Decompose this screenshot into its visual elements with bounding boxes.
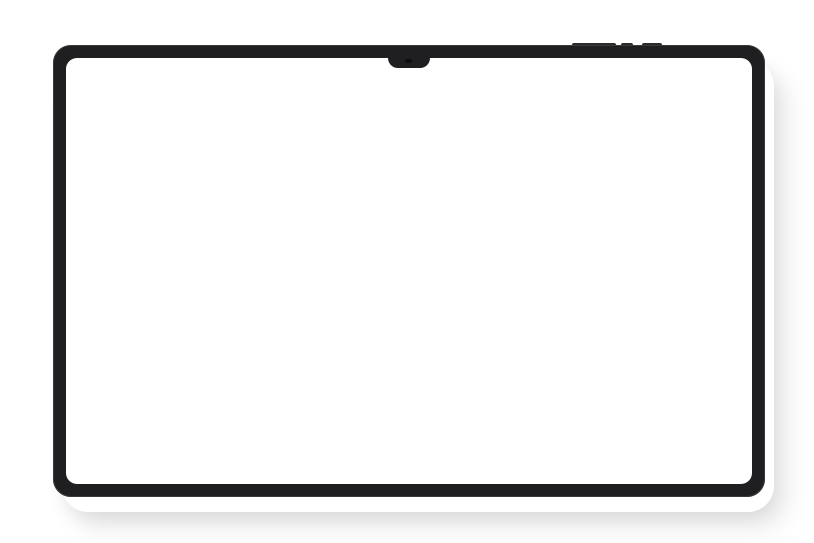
tablet-frame [53, 45, 765, 497]
tablet-screen [66, 58, 752, 484]
camera-icon [405, 59, 412, 63]
device-mockup-stage [0, 0, 814, 543]
